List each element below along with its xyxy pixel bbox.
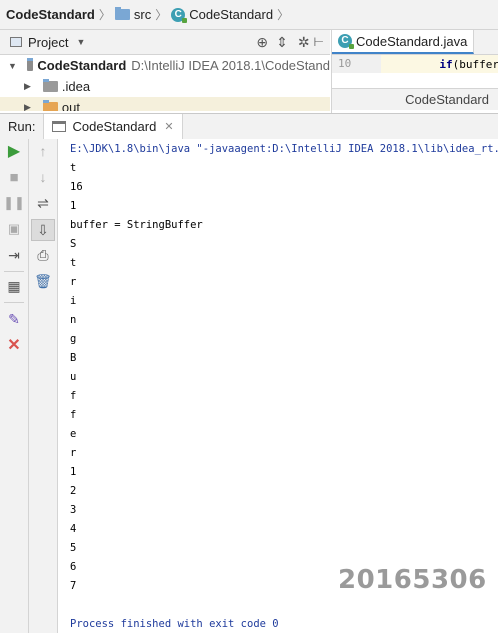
folder-icon — [114, 7, 130, 20]
console-line: g — [70, 333, 77, 345]
class-icon: C — [171, 7, 188, 23]
console-icon — [52, 121, 67, 132]
exit-icon[interactable]: ⇥ — [4, 245, 24, 265]
run-toolbar: Run: CodeStandard ✕ — [0, 113, 498, 140]
trash-icon[interactable]: 🗑 — [33, 271, 53, 291]
tree-root-label: CodeStandard — [37, 58, 127, 73]
stop-icon[interactable]: ■ — [4, 167, 24, 187]
console-line: S — [70, 238, 77, 250]
run-tab-label: CodeStandard — [72, 119, 157, 134]
target-icon[interactable]: ⊕ — [256, 34, 268, 51]
console-line: f — [70, 409, 77, 421]
expand-icon[interactable]: ▶ — [24, 102, 31, 111]
expand-icon[interactable]: ▶ — [24, 81, 31, 92]
console-line: t — [70, 257, 77, 269]
console-line: 6 — [70, 561, 77, 573]
console-line: e — [70, 428, 77, 440]
folder-icon — [42, 100, 58, 111]
project-title[interactable]: Project — [28, 35, 68, 50]
breadcrumb-class[interactable]: CodeStandard — [189, 7, 273, 22]
console-line: E:\JDK\1.8\bin\java "-javaagent:D:\Intel… — [70, 143, 498, 155]
console-line: 1 — [70, 200, 77, 212]
watermark: 20165306 — [338, 565, 487, 595]
console-line: 1 — [70, 466, 77, 478]
console-output[interactable]: E:\JDK\1.8\bin\java "-javaagent:D:\Intel… — [58, 139, 498, 633]
scroll-to-end-icon[interactable]: ⇩ — [31, 219, 55, 241]
chevron-right-icon: 〉 — [277, 8, 290, 22]
console-line: 5 — [70, 542, 77, 554]
editor-tab-label: CodeStandard.java — [356, 33, 468, 49]
pin-icon[interactable]: ✎ — [4, 309, 24, 329]
folder-icon — [42, 79, 58, 92]
rerun-icon[interactable]: ▶ — [4, 141, 24, 161]
navigation-bar: CodeStandard 〉 src 〉 C CodeStandard 〉 — [0, 0, 498, 30]
close-icon[interactable]: ✕ — [164, 120, 173, 133]
project-tree: ▼ CodeStandard D:\IntelliJ IDEA 2018.1\C… — [0, 55, 330, 111]
project-icon — [10, 37, 22, 47]
line-number: 10 — [332, 55, 382, 73]
console-line: 7 — [70, 580, 77, 592]
breadcrumb-project[interactable]: CodeStandard — [6, 7, 95, 22]
editor-pane: C CodeStandard.java 10 if (buffer CodeSt… — [331, 30, 498, 113]
tree-item-out[interactable]: ▶ out — [0, 97, 330, 111]
tree-root-path: D:\IntelliJ IDEA 2018.1\CodeStand — [131, 58, 330, 73]
tree-item-idea[interactable]: ▶ .idea — [0, 76, 330, 97]
down-arrow-icon[interactable]: ↓ — [33, 167, 53, 187]
console-line: B — [70, 352, 77, 364]
code-keyword: if — [439, 57, 453, 71]
editor-breadcrumb[interactable]: CodeStandard — [332, 88, 498, 110]
up-arrow-icon[interactable]: ↑ — [33, 141, 53, 161]
tree-item-label: out — [61, 100, 80, 111]
soft-wrap-icon[interactable]: ⇌ — [33, 193, 53, 213]
console-line: u — [70, 371, 77, 383]
close-run-icon[interactable]: ✕ — [4, 335, 24, 355]
tree-item-label: .idea — [61, 79, 91, 94]
breadcrumb: CodeStandard 〉 src 〉 C CodeStandard 〉 — [6, 0, 293, 29]
layout-icon[interactable]: ▦ — [4, 276, 24, 296]
breadcrumb-folder[interactable]: src — [134, 7, 151, 22]
project-toolbar: Project ▼ ⊕ ⇕ ✲ ⊢ — [0, 30, 330, 55]
dropdown-icon[interactable]: ▼ — [76, 37, 85, 47]
console-line: 3 — [70, 504, 77, 516]
console-line: t — [70, 162, 77, 174]
chevron-right-icon: 〉 — [155, 8, 168, 22]
console-line: buffer = StringBuffer — [70, 219, 203, 231]
run-actions-toolbar: ▶ ■ ❚❚ ▣ ⇥ ▦ ✎ ✕ — [0, 139, 29, 633]
pause-icon[interactable]: ❚❚ — [3, 193, 25, 213]
tree-item-root[interactable]: ▼ CodeStandard D:\IntelliJ IDEA 2018.1\C… — [0, 55, 330, 76]
editor-tabs: C CodeStandard.java — [332, 30, 498, 55]
chevron-right-icon: 〉 — [98, 8, 111, 22]
console-line: r — [70, 447, 77, 459]
run-label: Run: — [8, 119, 36, 134]
expand-icon[interactable]: ▼ — [8, 61, 17, 71]
collapse-icon[interactable]: ⇕ — [276, 34, 288, 51]
print-icon[interactable]: ⎙ — [33, 245, 53, 265]
run-tab[interactable]: CodeStandard ✕ — [43, 114, 183, 139]
code-line[interactable]: 10 if (buffer — [332, 55, 498, 73]
console-line: n — [70, 314, 77, 326]
module-folder-icon — [26, 58, 34, 71]
console-line: 16 — [70, 181, 83, 193]
editor-tab[interactable]: C CodeStandard.java — [332, 30, 475, 54]
dump-threads-icon[interactable]: ▣ — [4, 219, 24, 239]
console-line: 4 — [70, 523, 77, 535]
console-line: Process finished with exit code 0 — [70, 618, 279, 630]
gear-icon[interactable]: ✲ — [298, 34, 310, 51]
console-line: f — [70, 390, 77, 402]
class-icon: C — [338, 34, 354, 49]
console-actions-toolbar: ↑ ↓ ⇌ ⇩ ⎙ 🗑 — [29, 139, 58, 633]
console-line: r — [70, 276, 77, 288]
console-line: 2 — [70, 485, 77, 497]
code-text: (buffer — [452, 57, 498, 71]
console-line: i — [70, 295, 77, 307]
hide-icon[interactable]: ⊢ — [314, 35, 324, 49]
